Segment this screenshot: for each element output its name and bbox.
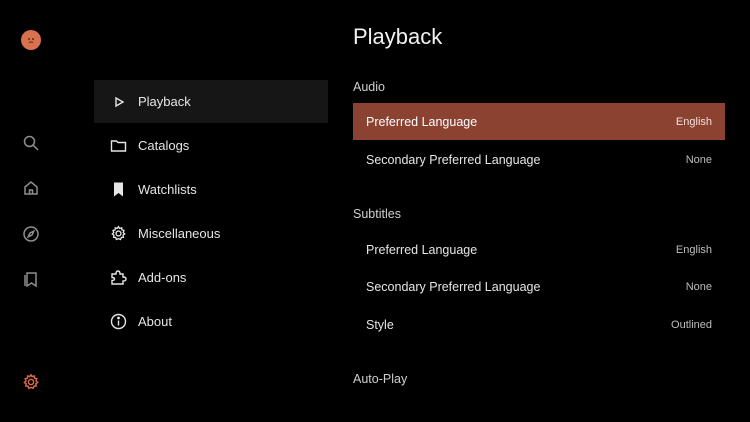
home-icon[interactable] <box>22 179 40 197</box>
page-title: Playback <box>353 24 443 49</box>
bookmark-icon <box>110 181 127 198</box>
row-value: None <box>685 280 712 293</box>
compass-icon[interactable] <box>22 225 40 243</box>
menu-item-playback[interactable]: Playback <box>94 80 328 123</box>
row-value: English <box>675 243 712 256</box>
menu-item-about[interactable]: About <box>94 299 328 343</box>
menu-item-catalogs[interactable]: Catalogs <box>94 123 328 167</box>
play-icon <box>110 93 127 110</box>
section-title-subtitles: Subtitles <box>353 207 401 221</box>
info-icon <box>110 313 127 330</box>
menu-item-label: Add-ons <box>138 269 187 285</box>
menu-item-label: Miscellaneous <box>138 225 221 241</box>
row-value: Outlined <box>671 318 712 331</box>
menu-item-label: Watchlists <box>138 181 197 197</box>
row-label: Secondary Preferred Language <box>366 279 541 294</box>
subtitles-style-row[interactable]: Style Outlined <box>353 306 725 343</box>
menu-item-miscellaneous[interactable]: Miscellaneous <box>94 211 328 255</box>
section-title-audio: Audio <box>353 80 385 94</box>
row-label: Style <box>366 317 394 332</box>
menu-item-add-ons[interactable]: Add-ons <box>94 255 328 299</box>
menu-item-watchlists[interactable]: Watchlists <box>94 167 328 211</box>
row-label: Secondary Preferred Language <box>366 152 541 167</box>
row-value: English <box>675 115 712 128</box>
search-icon[interactable] <box>22 134 40 152</box>
menu-item-label: Playback <box>138 94 191 109</box>
section-title-auto-play: Auto-Play <box>353 372 408 386</box>
gear-icon <box>110 225 127 242</box>
menu-item-label: About <box>138 313 172 329</box>
gear-icon[interactable] <box>22 373 40 391</box>
library-icon[interactable] <box>22 270 40 288</box>
navigation-rail <box>0 0 62 422</box>
settings-menu: Playback Catalogs Watchlists Miscellaneo… <box>94 80 328 343</box>
menu-item-label: Catalogs <box>138 137 190 153</box>
subtitles-secondary-language-row[interactable]: Secondary Preferred Language None <box>353 268 725 305</box>
puzzle-icon <box>110 269 127 286</box>
audio-preferred-language-row[interactable]: Preferred Language English <box>353 103 725 140</box>
folder-icon <box>110 137 127 154</box>
subtitles-preferred-language-row[interactable]: Preferred Language English <box>353 231 725 268</box>
row-value: None <box>685 153 712 166</box>
row-label: Preferred Language <box>366 114 478 129</box>
audio-secondary-language-row[interactable]: Secondary Preferred Language None <box>353 141 725 178</box>
row-label: Preferred Language <box>366 242 478 257</box>
avatar-icon[interactable] <box>21 30 41 50</box>
